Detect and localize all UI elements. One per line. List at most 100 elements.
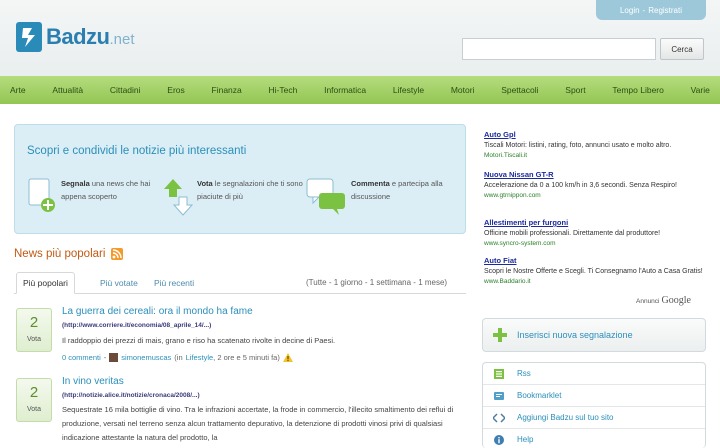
story-time: , 2 ore e 5 minuti fa) (213, 353, 280, 362)
nav-item-spettacoli[interactable]: Spettacoli (501, 85, 538, 95)
user-avatar-icon (109, 353, 119, 362)
user-bar: Login - Registrati (596, 0, 706, 20)
feature-commenta-bold: Commenta (351, 179, 390, 188)
ad-title[interactable]: Auto Gpl (484, 130, 708, 139)
nav-item-arte[interactable]: Arte (10, 85, 26, 95)
ad-title[interactable]: Nuova Nissan GT-R (484, 170, 708, 179)
insert-report-label: Inserisci nuova segnalazione (517, 330, 633, 340)
ad-description: Scopri le Nostre Offerte e Scegli. Ti Co… (484, 268, 703, 275)
site-header: Badzu .net Login - Registrati Cerca (0, 0, 720, 76)
nav-item-tempo-libero[interactable]: Tempo Libero (612, 85, 664, 95)
ad-description: Accelerazione da 0 a 100 km/h in 3,6 sec… (484, 182, 678, 189)
sidebar-item-help[interactable]: Help (483, 429, 705, 448)
nav-item-hi-tech[interactable]: Hi-Tech (269, 85, 298, 95)
feature-vota: Vota le segnalazioni che ti sono piaciut… (163, 177, 305, 217)
nav-item-lifestyle[interactable]: Lifestyle (393, 85, 424, 95)
vote-box[interactable]: 2 Vota (16, 378, 52, 422)
user-bar-separator: - (642, 5, 646, 15)
vote-label[interactable]: Vota (17, 336, 51, 343)
story-url[interactable]: (http://notizie.alice.it/notizie/cronaca… (62, 392, 200, 399)
intro-title: Scopri e condividi le notizie più intere… (27, 145, 247, 157)
warning-icon[interactable] (282, 353, 293, 362)
feature-commenta: Commenta e partecipa alla discussione (305, 177, 459, 217)
speech-bubbles-icon (305, 177, 347, 217)
search-button[interactable]: Cerca (660, 38, 704, 60)
nav-item-informatica[interactable]: Informatica (324, 85, 366, 95)
rss-icon (493, 368, 505, 379)
news-heading-text: News più popolari (14, 248, 106, 260)
login-link[interactable]: Login (620, 6, 640, 15)
ad-title[interactable]: Auto Fiat (484, 256, 708, 265)
category-nav: Arte Attualità Cittadini Eros Finanza Hi… (0, 76, 720, 104)
register-link[interactable]: Registrati (648, 6, 682, 15)
story-title[interactable]: In vino veritas (62, 376, 124, 387)
story-category[interactable]: Lifestyle (186, 353, 214, 362)
nav-item-motori[interactable]: Motori (451, 85, 475, 95)
story-body: Sequestrate 16 mila bottiglie di vino. T… (62, 405, 454, 442)
sidebar-item-label: Help (517, 435, 534, 444)
insert-report-button[interactable]: Inserisci nuova segnalazione (482, 318, 706, 352)
category-prefix: (in (174, 353, 183, 362)
ad-title[interactable]: Allestimenti per furgoni (484, 218, 708, 227)
ad-url[interactable]: www.Baddario.it (484, 278, 708, 285)
search-input[interactable] (462, 38, 656, 60)
ads-by-google[interactable]: Annunci Google (636, 295, 691, 306)
story-body: Il raddoppio dei prezzi di mais, grano e… (62, 336, 336, 345)
nav-item-finanza[interactable]: Finanza (212, 85, 242, 95)
feature-segnala: Segnala una news che hai appena scoperto (27, 177, 169, 217)
feature-vota-text: le segnalazioni che ti sono piaciute di … (197, 179, 303, 201)
tab-piu-votate[interactable]: Più votate (94, 272, 144, 294)
ad-url[interactable]: www.syncro-system.com (484, 240, 708, 247)
ad-block[interactable]: Auto Gpl Tiscali Motori: listini, rating… (484, 130, 708, 159)
google-logo: Google (661, 295, 691, 306)
bookmark-icon (493, 391, 505, 401)
ad-block[interactable]: Allestimenti per furgoni Officine mobili… (484, 218, 708, 247)
story-meta: 0 commenti - simonemuscas (in Lifestyle … (62, 353, 293, 362)
news-story: 2 Vota La guerra dei cereali: ora il mon… (14, 306, 466, 374)
sidebar-item-rss[interactable]: Rss (483, 363, 705, 385)
rss-icon[interactable] (111, 248, 124, 260)
vote-label[interactable]: Vota (17, 406, 51, 413)
tab-piu-popolari[interactable]: Più popolari (16, 272, 75, 294)
meta-separator: - (103, 353, 107, 362)
period-filter[interactable]: (Tutte - 1 giorno - 1 settimana - 1 mese… (306, 278, 447, 287)
intro-box: Scopri e condividi le notizie più intere… (14, 124, 466, 234)
nav-item-sport[interactable]: Sport (565, 85, 585, 95)
nav-item-varie[interactable]: Varie (691, 85, 710, 95)
story-url[interactable]: (http://www.corriere.it/economia/08_apri… (62, 322, 211, 329)
news-heading: News più popolari (14, 248, 124, 260)
vote-box[interactable]: 2 Vota (16, 308, 52, 352)
document-add-icon (27, 177, 57, 217)
sidebar-item-bookmarklet[interactable]: Bookmarklet (483, 385, 705, 407)
logo-name: Badzu (46, 24, 110, 49)
ad-description: Tiscali Motori: listini, rating, foto, a… (484, 142, 672, 149)
news-story: 2 Vota In vino veritas (http://notizie.a… (14, 376, 466, 448)
ads-by-prefix: Annunci (636, 298, 660, 305)
sidebar-item-label: Aggiungi Badzu sul tuo sito (517, 413, 614, 422)
feature-segnala-bold: Segnala (61, 179, 90, 188)
comments-link[interactable]: 0 commenti (62, 353, 101, 362)
story-title[interactable]: La guerra dei cereali: ora il mondo ha f… (62, 306, 253, 317)
ad-url[interactable]: Motori.Tiscali.it (484, 152, 708, 159)
tab-piu-recenti[interactable]: Più recenti (148, 272, 200, 294)
vote-arrows-icon (163, 177, 194, 217)
tabs-divider (14, 293, 466, 294)
sidebar-item-label: Rss (517, 369, 531, 378)
site-logo[interactable]: Badzu .net (16, 22, 135, 52)
logo-tld: .net (109, 31, 135, 48)
nav-item-cittadini[interactable]: Cittadini (110, 85, 141, 95)
plus-icon (493, 328, 507, 342)
story-user[interactable]: simonemuscas (121, 353, 171, 362)
sidebar-item-add-to-site[interactable]: Aggiungi Badzu sul tuo sito (483, 407, 705, 429)
sidebar-links: Rss Bookmarklet Aggiungi Badzu sul tuo s… (482, 362, 706, 448)
vote-count: 2 (29, 314, 39, 331)
code-icon (493, 412, 505, 423)
logo-mark-icon (16, 22, 42, 52)
ad-url[interactable]: www.gtrnippon.com (484, 192, 708, 199)
ad-block[interactable]: Auto Fiat Scopri le Nostre Offerte e Sce… (484, 256, 708, 285)
nav-item-eros[interactable]: Eros (167, 85, 184, 95)
sidebar-item-label: Bookmarklet (517, 391, 562, 400)
ad-block[interactable]: Nuova Nissan GT-R Accelerazione da 0 a 1… (484, 170, 708, 199)
nav-item-attualita[interactable]: Attualità (52, 85, 83, 95)
ad-description: Officine mobili professionali. Direttame… (484, 230, 661, 237)
